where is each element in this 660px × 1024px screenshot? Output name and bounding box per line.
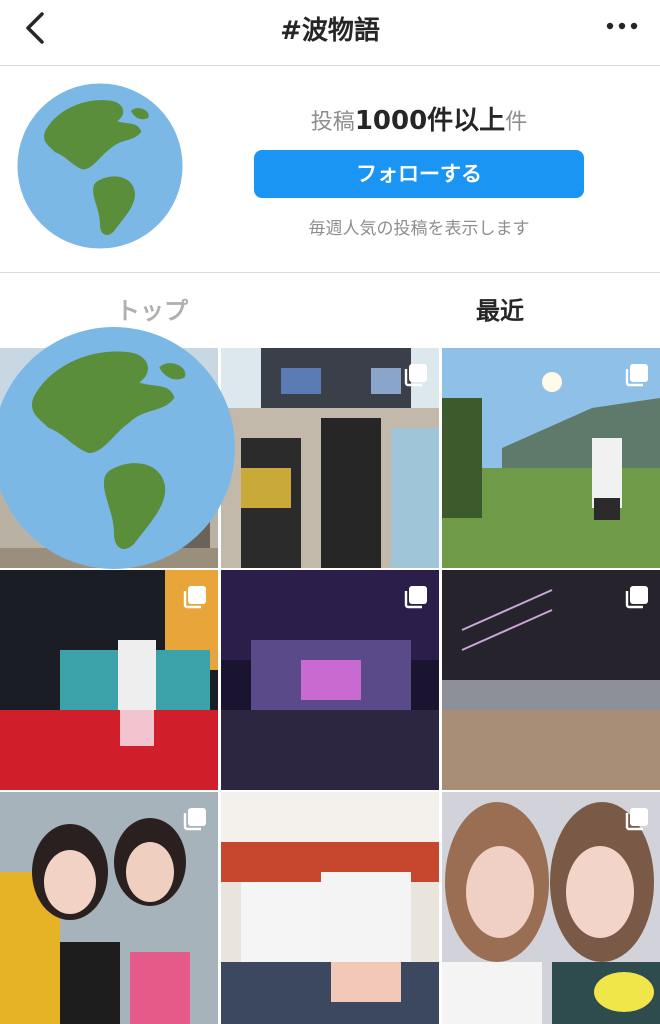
grid-post[interactable] <box>221 792 439 1024</box>
grid-post[interactable] <box>221 348 439 568</box>
weekly-note: 毎週人気の投稿を表示します <box>308 219 530 239</box>
grid-post[interactable] <box>221 570 439 790</box>
top-bar: #波物語 <box>0 0 660 66</box>
globe-americas-icon <box>17 83 183 249</box>
grid-post[interactable] <box>442 570 660 790</box>
grid-post[interactable] <box>0 792 218 1024</box>
more-horizontal-icon[interactable] <box>602 12 642 40</box>
post-count-suffix: 件 <box>505 110 528 135</box>
grid-post[interactable] <box>0 570 218 790</box>
follow-button[interactable]: フォローする <box>254 150 584 198</box>
globe-americas-icon <box>0 327 235 569</box>
multiple-images-icon <box>183 586 206 609</box>
multiple-images-icon <box>625 364 648 387</box>
post-count-value: 1000件以上 <box>354 106 506 136</box>
multiple-images-icon <box>404 364 427 387</box>
tab-recent[interactable]: 最近 <box>476 291 524 326</box>
post-count-prefix: 投稿 <box>310 110 355 135</box>
multiple-images-icon <box>404 586 427 609</box>
page-title: #波物語 <box>280 16 380 46</box>
multiple-images-icon <box>183 808 206 831</box>
multiple-images-icon <box>625 808 648 831</box>
grid-post[interactable] <box>442 348 660 568</box>
multiple-images-icon <box>625 586 648 609</box>
post-count: 投稿1000件以上件 <box>254 100 584 137</box>
post-image <box>221 792 439 1024</box>
grid-post[interactable] <box>442 792 660 1024</box>
